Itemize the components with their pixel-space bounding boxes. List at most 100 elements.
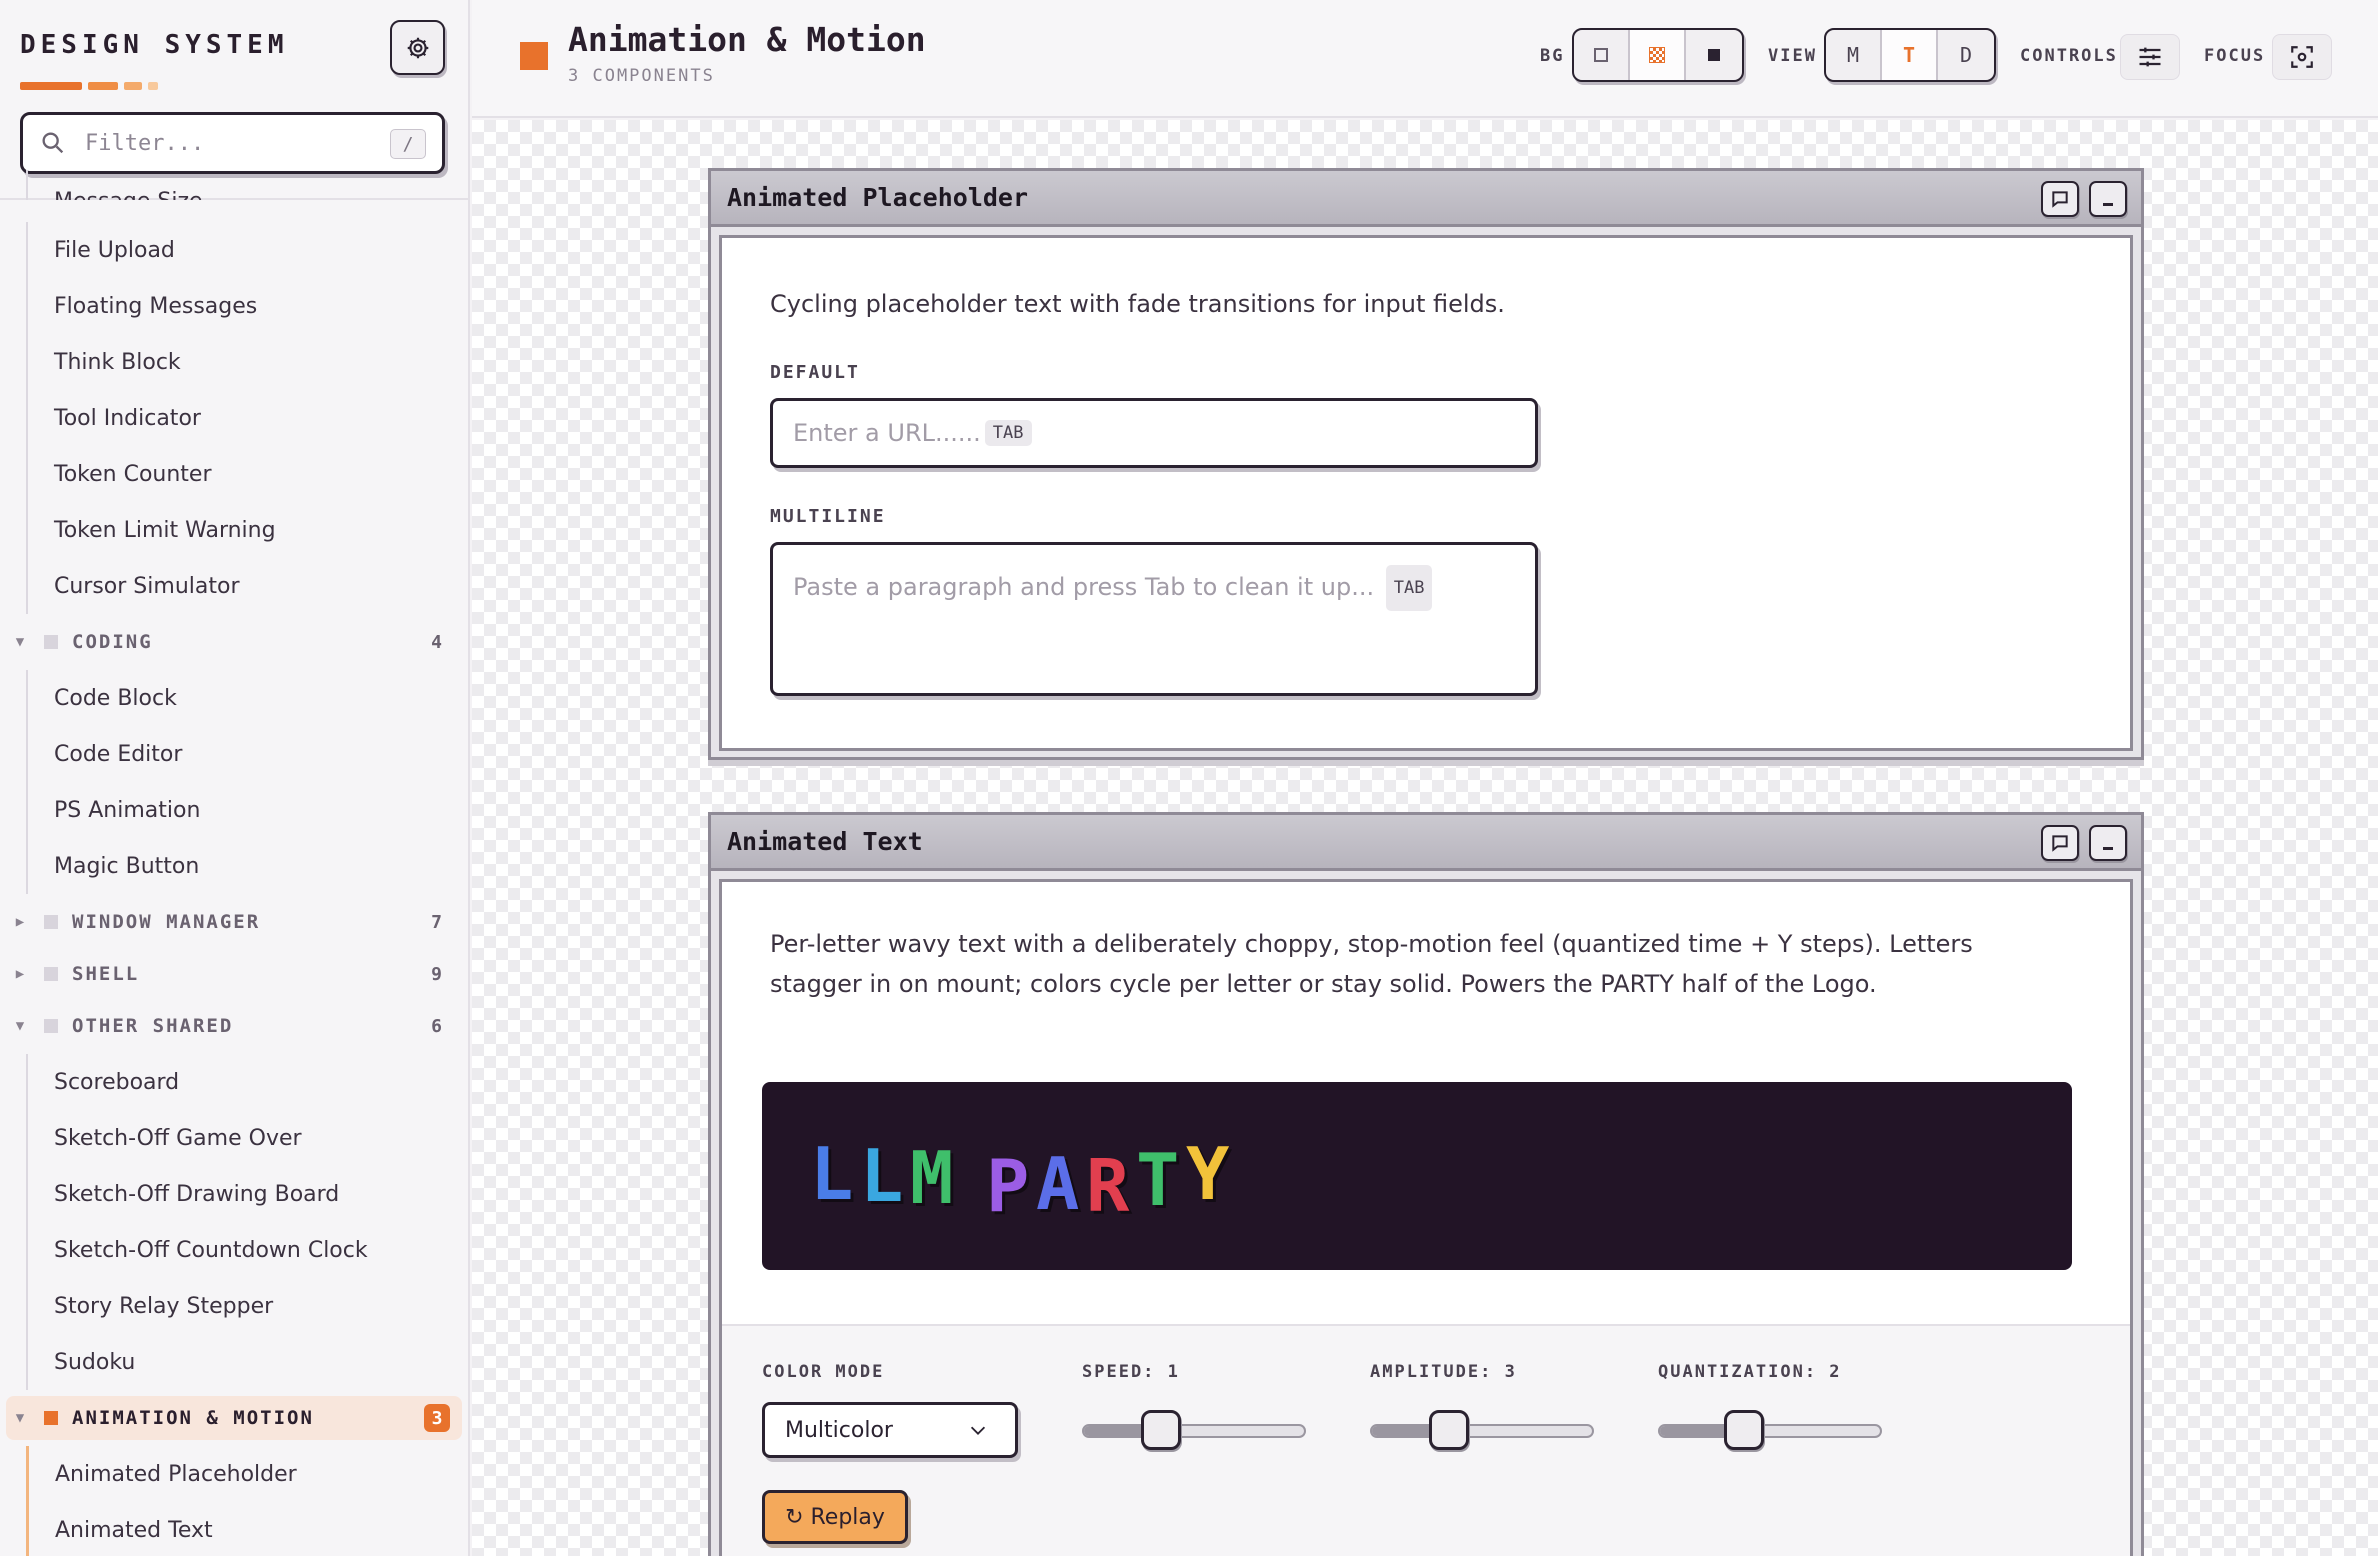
sidebar-item-animated-text[interactable]: Animated Text <box>26 1502 446 1556</box>
sidebar-item-sketch-off-countdown-clock[interactable]: Sketch-Off Countdown Clock <box>26 1222 446 1278</box>
multiline-label: MULTILINE <box>770 506 886 527</box>
color-mode-select[interactable]: Multicolor <box>762 1402 1018 1458</box>
category-count: 3 <box>424 1404 450 1432</box>
chevron-down-icon: ▼ <box>15 634 27 650</box>
focus-button[interactable] <box>2272 34 2332 80</box>
speed-slider[interactable] <box>1082 1410 1306 1450</box>
sidebar-item-code-editor[interactable]: Code Editor <box>26 726 446 782</box>
view-mobile-button[interactable]: M <box>1826 30 1882 80</box>
filter-shortcut: / <box>390 129 426 159</box>
slider-knob[interactable] <box>1724 1410 1764 1450</box>
window-body: Per-letter wavy text with a deliberately… <box>719 879 2133 1556</box>
quantization-label: QUANTIZATION: 2 <box>1658 1362 1842 1382</box>
category-count: 9 <box>431 963 442 985</box>
animated-text-preview: LLMPARTY <box>762 1082 2072 1270</box>
chevron-down-icon: ▼ <box>15 1018 27 1034</box>
sidebar-item-think-block[interactable]: Think Block <box>26 334 446 390</box>
amplitude-slider[interactable] <box>1370 1410 1594 1450</box>
category-square-icon <box>44 1411 58 1425</box>
comment-icon <box>2052 835 2068 852</box>
category-shell[interactable]: ▶ SHELL 9 <box>6 952 462 996</box>
chevron-down-icon <box>970 1426 986 1435</box>
replay-button[interactable]: ↻ Replay <box>762 1490 908 1544</box>
category-window-manager[interactable]: ▶ WINDOW MANAGER 7 <box>6 900 462 944</box>
view-label: VIEW <box>1768 46 1817 66</box>
window-title: Animated Placeholder <box>727 183 1029 212</box>
brand-bars <box>20 82 160 91</box>
gear-icon <box>407 37 428 58</box>
preview-letter: P <box>986 1144 1030 1228</box>
sidebar-item-sketch-off-game-over[interactable]: Sketch-Off Game Over <box>26 1110 446 1166</box>
chevron-down-icon: ▼ <box>15 1410 27 1426</box>
bg-dark-button[interactable] <box>1686 30 1742 80</box>
chevron-right-icon: ▶ <box>15 966 27 982</box>
preview-letter: T <box>1136 1138 1180 1222</box>
minimize-button[interactable] <box>2089 825 2127 861</box>
sidebar-item-animated-placeholder[interactable]: Animated Placeholder <box>26 1446 446 1502</box>
multiline-placeholder: Paste a paragraph and press Tab to clean… <box>793 573 1375 601</box>
sidebar-item-code-block[interactable]: Code Block <box>26 670 446 726</box>
sidebar-item-story-relay-stepper[interactable]: Story Relay Stepper <box>26 1278 446 1334</box>
category-square-icon <box>520 42 548 70</box>
multiline-input[interactable]: Paste a paragraph and press Tab to clean… <box>770 542 1538 696</box>
window-body: Cycling placeholder text with fade trans… <box>719 235 2133 751</box>
sidebar-item-cursor-simulator[interactable]: Cursor Simulator <box>26 558 446 614</box>
bg-white-button[interactable] <box>1574 30 1630 80</box>
controls-panel: COLOR MODE Multicolor SPEED: 1 AMPLITUDE… <box>722 1324 2130 1556</box>
sliders-icon <box>2139 47 2161 67</box>
sidebar-item-partial[interactable]: Message Size <box>26 170 446 200</box>
controls-button[interactable] <box>2120 34 2180 80</box>
view-toggle-group: M T D <box>1824 28 1996 82</box>
component-description: Per-letter wavy text with a deliberately… <box>770 930 1973 998</box>
window-animated-placeholder: Animated Placeholder Cycling placeholder… <box>708 168 2144 760</box>
search-icon <box>42 132 64 154</box>
speed-label: SPEED: 1 <box>1082 1362 1180 1382</box>
sidebar-item-floating-messages[interactable]: Floating Messages <box>26 278 446 334</box>
preview-letter: R <box>1086 1144 1130 1228</box>
view-desktop-button[interactable]: D <box>1938 30 1994 80</box>
tab-chip: TAB <box>1385 565 1433 611</box>
sidebar-item-ps-animation[interactable]: PS Animation <box>26 782 446 838</box>
category-square-icon <box>44 1019 58 1033</box>
preview-letter: M <box>910 1136 954 1220</box>
sidebar-item-magic-button[interactable]: Magic Button <box>26 838 446 894</box>
preview-letter: Y <box>1186 1132 1230 1216</box>
sidebar-item-sudoku[interactable]: Sudoku <box>26 1334 446 1390</box>
category-animation-motion[interactable]: ▼ ANIMATION & MOTION 3 <box>6 1396 462 1440</box>
default-placeholder: Enter a URL...... <box>793 419 981 447</box>
category-square-icon <box>44 635 58 649</box>
sidebar-item-token-limit-warning[interactable]: Token Limit Warning <box>26 502 446 558</box>
focus-label: FOCUS <box>2204 46 2266 66</box>
slider-knob[interactable] <box>1429 1410 1469 1450</box>
filter-input[interactable]: Filter... / <box>20 112 445 174</box>
minimize-button[interactable] <box>2089 181 2127 217</box>
sidebar-item-token-counter[interactable]: Token Counter <box>26 446 446 502</box>
quantization-slider[interactable] <box>1658 1410 1882 1450</box>
bg-label: BG <box>1540 46 1565 66</box>
default-input[interactable]: Enter a URL...... TAB <box>770 398 1538 468</box>
sidebar: DESIGN SYSTEM Filter... / Message Size F… <box>0 0 470 1556</box>
controls-label: CONTROLS <box>2020 46 2118 66</box>
component-description: Cycling placeholder text with fade trans… <box>770 290 1505 318</box>
view-tablet-button[interactable]: T <box>1882 30 1938 80</box>
settings-button[interactable] <box>390 20 445 75</box>
sidebar-item-scoreboard[interactable]: Scoreboard <box>26 1054 446 1110</box>
bg-checker-button[interactable] <box>1630 30 1686 80</box>
category-count: 6 <box>431 1015 442 1037</box>
sidebar-item-sketch-off-drawing-board[interactable]: Sketch-Off Drawing Board <box>26 1166 446 1222</box>
sidebar-item-tool-indicator[interactable]: Tool Indicator <box>26 390 446 446</box>
comment-button[interactable] <box>2041 825 2079 861</box>
category-count: 7 <box>431 911 442 933</box>
page-header: Animation & Motion 3 COMPONENTS BG VIEW … <box>472 0 2378 118</box>
slider-knob[interactable] <box>1141 1410 1181 1450</box>
tab-chip: TAB <box>984 420 1032 446</box>
minimize-icon <box>2103 846 2113 850</box>
minimize-icon <box>2103 202 2113 206</box>
category-square-icon <box>44 915 58 929</box>
category-coding[interactable]: ▼ CODING 4 <box>6 620 462 664</box>
window-titlebar: Animated Text <box>711 815 2141 871</box>
category-other-shared[interactable]: ▼ OTHER SHARED 6 <box>6 1004 462 1048</box>
comment-button[interactable] <box>2041 181 2079 217</box>
comment-icon <box>2052 191 2068 208</box>
sidebar-item-file-upload[interactable]: File Upload <box>26 222 446 278</box>
